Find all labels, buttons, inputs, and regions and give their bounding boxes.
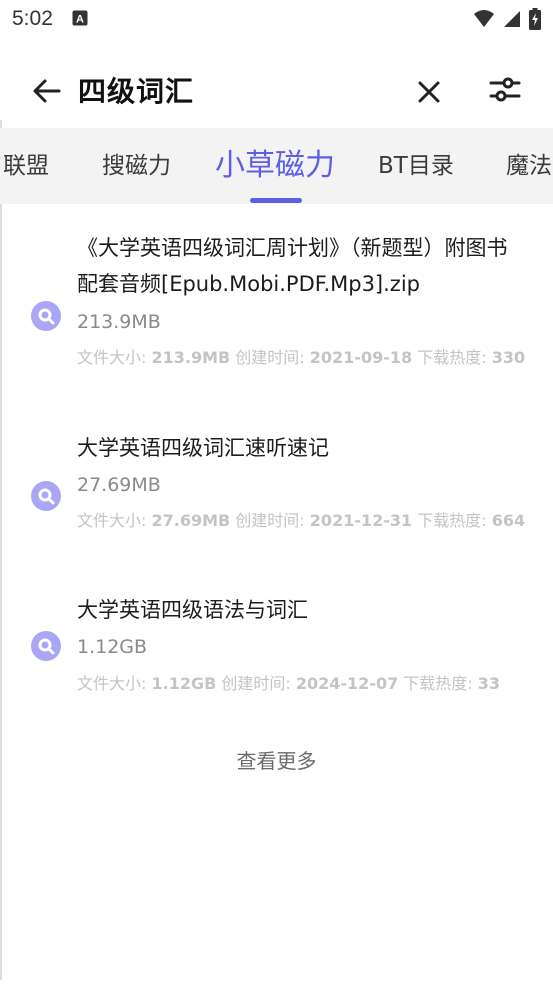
tab-soucili[interactable]: 搜磁力 [102, 128, 171, 204]
svg-text:A: A [76, 14, 84, 26]
result-item[interactable]: 《大学英语四级词汇周计划》（新题型）附图书配套音频[Epub.Mobi.PDF.… [0, 226, 553, 406]
result-size: 1.12GB [77, 636, 148, 658]
result-title: 大学英语四级词汇速听速记 [77, 436, 329, 460]
filter-button[interactable] [488, 74, 522, 108]
signal-icon [503, 9, 521, 33]
back-button[interactable] [30, 74, 64, 108]
tab-mofa[interactable]: 魔法 [506, 128, 552, 204]
status-bar: 5:02 A [0, 0, 553, 38]
magnet-search-icon [31, 631, 61, 661]
result-size: 213.9MB [77, 311, 161, 333]
clear-button[interactable] [414, 77, 444, 107]
result-item[interactable]: 大学英语四级语法与词汇 1.12GB 文件大小: 1.12GB 创建时间: 20… [0, 590, 553, 700]
result-title: 大学英语四级语法与词汇 [77, 598, 308, 622]
magnet-search-icon [31, 481, 61, 511]
search-query[interactable]: 四级词汇 [78, 70, 194, 110]
result-meta: 文件大小: 1.12GB 创建时间: 2024-12-07 下载热度: 33 [77, 674, 501, 693]
magnet-search-icon [31, 301, 61, 331]
wifi-icon [473, 9, 495, 33]
close-icon [418, 81, 440, 103]
result-meta: 文件大小: 27.69MB 创建时间: 2021-12-31 下载热度: 664 [77, 511, 526, 530]
battery-charging-icon [529, 8, 541, 34]
result-item[interactable]: 大学英语四级词汇速听速记 27.69MB 文件大小: 27.69MB 创建时间:… [0, 426, 553, 566]
source-tabs: 联盟 搜磁力 小草磁力 BT目录 魔法 [0, 128, 553, 204]
tab-bt-mulu[interactable]: BT目录 [378, 128, 454, 204]
tab-active-indicator [250, 198, 302, 203]
status-time: 5:02 [12, 7, 53, 30]
status-icons [473, 8, 541, 34]
a-box-icon: A [72, 10, 88, 30]
result-meta: 文件大小: 213.9MB 创建时间: 2021-09-18 下载热度: 330 [77, 348, 526, 367]
arrow-left-icon [33, 79, 61, 103]
tab-xiaocao-cili[interactable]: 小草磁力 [215, 128, 335, 204]
load-more-button[interactable]: 查看更多 [0, 745, 553, 774]
sliders-icon [489, 77, 521, 102]
result-title: 《大学英语四级词汇周计划》（新题型）附图书配套音频[Epub.Mobi.PDF.… [77, 236, 508, 296]
result-size: 27.69MB [77, 474, 161, 496]
search-toolbar: 四级词汇 [0, 52, 553, 128]
tab-lianmeng[interactable]: 联盟 [3, 128, 49, 204]
